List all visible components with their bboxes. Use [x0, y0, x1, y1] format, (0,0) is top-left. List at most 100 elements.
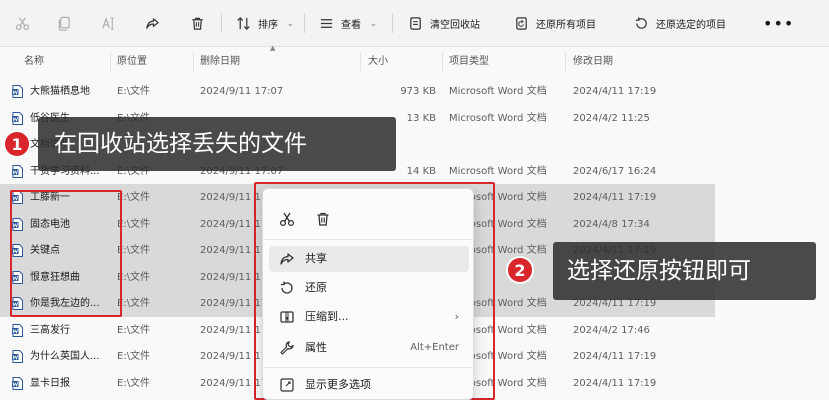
context-menu-properties[interactable]: 属性 Alt+Enter	[269, 335, 469, 361]
restore-selected-icon	[633, 16, 649, 32]
word-document-icon	[12, 350, 23, 363]
trash-icon	[189, 16, 205, 32]
context-menu-compress[interactable]: 压缩到... ›	[269, 304, 469, 330]
word-document-icon	[12, 376, 23, 390]
column-header-size[interactable]: 大小	[368, 48, 388, 75]
restore-all-button[interactable]: 还原所有项目	[513, 0, 596, 47]
chevron-down-icon: ⌄	[287, 19, 294, 28]
share-button[interactable]	[144, 0, 160, 47]
cell-original-location: E:\文件	[117, 351, 151, 362]
view-label: 查看	[341, 20, 361, 31]
cut-icon[interactable]	[279, 211, 295, 227]
word-document-icon	[12, 323, 23, 337]
word-document-icon	[12, 85, 23, 98]
view-button[interactable]: 查看 ⌄	[318, 0, 377, 47]
context-menu: 共享 还原 压缩到... › 属性 Alt+Enter 显示更多选项	[262, 188, 474, 400]
view-icon	[318, 16, 334, 32]
menu-divider	[263, 367, 473, 368]
context-menu-properties-label: 属性	[305, 341, 327, 354]
cell-original-location: E:\文件	[117, 86, 151, 97]
selected-files-highlight	[10, 190, 122, 317]
context-menu-compress-label: 压缩到...	[305, 310, 349, 323]
toolbar-separator	[221, 13, 222, 33]
copy-icon	[56, 16, 72, 32]
cell-date-modified: 2024/4/2 17:46	[573, 324, 650, 336]
column-divider[interactable]	[193, 53, 194, 71]
restore-all-icon	[513, 16, 529, 32]
cell-date-deleted: 2024/9/11 17:07	[200, 86, 284, 97]
context-menu-restore-label: 还原	[305, 281, 327, 294]
step1-callout-text: 在回收站选择丢失的文件	[54, 131, 307, 157]
column-header-date-deleted[interactable]: 删除日期	[200, 48, 240, 75]
zip-folder-icon	[279, 309, 295, 325]
context-menu-share[interactable]: 共享	[269, 246, 469, 272]
cell-original-location: E:\文件	[117, 377, 151, 389]
context-menu-show-more[interactable]: 显示更多选项	[269, 372, 469, 398]
chevron-right-icon: ›	[454, 310, 459, 323]
menu-divider	[263, 239, 473, 240]
cell-item-type: Microsoft Word 文档	[449, 86, 547, 97]
copy-button[interactable]	[56, 0, 72, 47]
step1-badge: 1	[3, 130, 31, 158]
cell-date-modified: 2024/4/2 11:25	[573, 112, 650, 124]
context-menu-quick-actions	[263, 189, 473, 232]
step2-badge: 2	[506, 256, 534, 284]
sort-indicator-icon: ▲	[270, 44, 276, 52]
cell-date-modified: 2024/4/11 17:19	[573, 192, 657, 203]
chevron-down-icon: ⌄	[370, 19, 377, 28]
cell-date-modified: 2024/4/11 17:19	[573, 351, 657, 362]
context-menu-properties-shortcut: Alt+Enter	[410, 342, 459, 353]
word-document-icon	[12, 164, 23, 178]
cell-date-modified: 2024/4/8 17:34	[573, 218, 650, 230]
more-options-button[interactable]: •••	[763, 0, 794, 47]
toolbar-separator	[392, 13, 393, 33]
word-document-icon	[12, 111, 23, 125]
share-icon	[144, 16, 160, 32]
restore-all-label: 还原所有项目	[536, 20, 596, 31]
step2-callout: 选择还原按钮即可	[553, 242, 816, 300]
column-header-row: 名称 原位置 删除日期 大小 项目类型 修改日期	[0, 48, 829, 75]
cell-date-modified: 2024/4/11 17:19	[573, 86, 657, 97]
wrench-icon	[279, 340, 295, 356]
empty-bin-label: 清空回收站	[430, 20, 480, 31]
show-more-icon	[279, 377, 295, 393]
context-menu-show-more-label: 显示更多选项	[305, 378, 371, 391]
context-menu-share-label: 共享	[305, 252, 327, 265]
cell-name: 显卡日报	[30, 377, 70, 389]
cell-name: 为什么英国人...	[30, 351, 100, 362]
cell-item-type: Microsoft Word 文档	[449, 165, 547, 177]
toolbar-separator	[304, 13, 305, 33]
cell-date-modified: 2024/4/11 17:19	[573, 377, 657, 389]
empty-recycle-bin-button[interactable]: 清空回收站	[407, 0, 480, 47]
step1-callout: 在回收站选择丢失的文件	[38, 117, 396, 171]
column-divider[interactable]	[442, 53, 443, 71]
cell-original-location: E:\文件	[117, 324, 151, 336]
column-header-item-type[interactable]: 项目类型	[449, 48, 489, 75]
delete-button[interactable]	[189, 0, 205, 47]
column-header-original-location[interactable]: 原位置	[117, 48, 147, 75]
cell-name: 三高发行	[30, 324, 70, 336]
context-menu-restore[interactable]: 还原	[269, 275, 469, 301]
empty-bin-icon	[407, 16, 423, 32]
restore-icon	[279, 280, 295, 296]
step2-callout-text: 选择还原按钮即可	[567, 258, 751, 284]
cut-icon	[14, 16, 30, 32]
sort-icon	[235, 16, 251, 32]
sort-button[interactable]: 排序 ⌄	[235, 0, 294, 47]
rename-button[interactable]	[100, 0, 116, 47]
restore-selected-label: 还原选定的项目	[656, 20, 726, 31]
rename-icon	[100, 16, 116, 32]
column-header-name[interactable]: 名称	[24, 48, 44, 75]
cut-button[interactable]	[14, 0, 30, 47]
cell-size: 973 KB	[400, 86, 436, 97]
trash-icon[interactable]	[315, 211, 331, 227]
table-row[interactable]: 大熊猫栖息地 E:\文件 2024/9/11 17:07 973 KB Microsof…	[0, 78, 715, 105]
cell-date-modified: 2024/6/17 16:24	[573, 165, 657, 177]
cell-item-type: Microsoft Word 文档	[449, 112, 547, 124]
column-divider[interactable]	[360, 53, 361, 71]
column-header-date-modified[interactable]: 修改日期	[573, 48, 613, 75]
column-divider[interactable]	[565, 53, 566, 71]
command-bar: 排序 ⌄ 查看 ⌄ 清空回收站 还原所有项目 还原选定的项目 •••	[0, 0, 829, 47]
restore-selected-button[interactable]: 还原选定的项目	[633, 0, 726, 47]
column-divider[interactable]	[110, 53, 111, 71]
